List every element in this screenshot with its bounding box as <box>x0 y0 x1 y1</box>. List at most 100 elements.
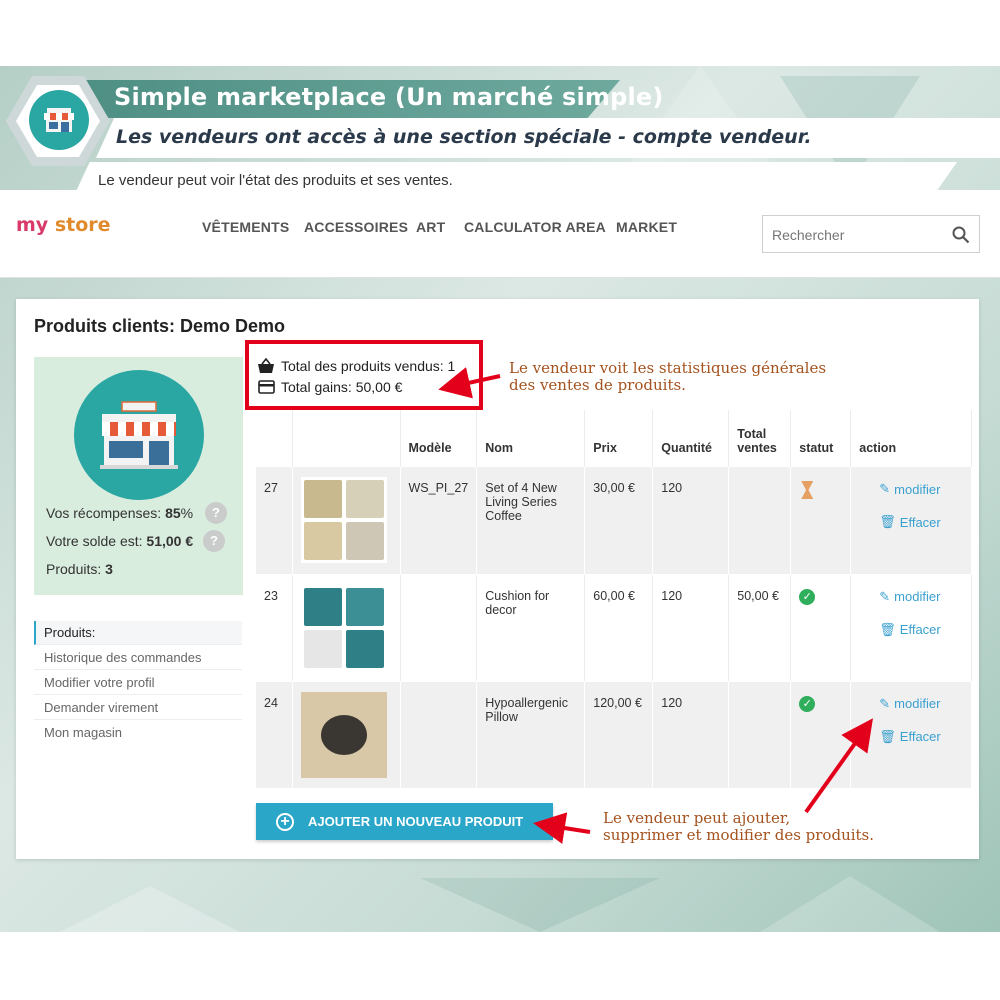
side-menu-my-shop[interactable]: Mon magasin <box>34 721 242 745</box>
product-thumbnail[interactable] <box>292 681 401 789</box>
search-icon[interactable] <box>952 226 970 244</box>
edit-button[interactable]: ✎ modifier <box>879 481 963 497</box>
product-actions: ✎ modifier 🗑 Effacer <box>850 681 972 789</box>
total-products-sold: Total des produits vendus: 1 <box>281 358 456 374</box>
product-model <box>400 574 478 682</box>
edit-label: modifier <box>894 481 941 497</box>
stats-callout-line1: Le vendeur voit les statistiques général… <box>509 359 827 377</box>
edit-button[interactable]: ✎ modifier <box>879 696 963 712</box>
page-title: Produits clients: Demo Demo <box>34 316 286 336</box>
pencil-icon: ✎ <box>879 695 891 711</box>
delete-button[interactable]: 🗑 Effacer <box>879 622 963 638</box>
col-image-header <box>292 410 401 467</box>
product-model: WS_PI_27 <box>400 467 478 575</box>
table-row: 23 Cushion for decor 60,00 € 120 50,00 €… <box>256 574 972 682</box>
col-action-header: action <box>850 410 972 467</box>
total-earnings: Total gains: 50,00 € <box>281 379 403 395</box>
nav-vetements[interactable]: VÊTEMENTS <box>202 219 289 235</box>
product-model <box>400 681 478 789</box>
product-thumbnail[interactable] <box>292 467 401 575</box>
product-name-link[interactable]: Cushion for decor <box>476 574 586 682</box>
product-actions: ✎ modifier 🗑 Effacer <box>850 467 972 575</box>
total-sales-header-line2: ventes <box>737 441 777 455</box>
edit-label: modifier <box>894 696 941 711</box>
product-total-sales <box>728 681 792 789</box>
product-price: 120,00 € <box>584 681 654 789</box>
actions-callout-line2: supprimer et modifier des produits. <box>603 826 875 844</box>
col-name-header: Nom <box>476 410 586 467</box>
stats-highlight-box <box>245 340 483 410</box>
trash-icon: 🗑 <box>879 728 896 744</box>
plus-circle-icon: + <box>276 812 294 831</box>
col-total-sales-header: Total ventes <box>728 410 792 467</box>
product-total-sales: 50,00 € <box>728 574 792 682</box>
actions-callout: Le vendeur peut ajouter, supprimer et mo… <box>603 810 874 844</box>
nav-calculator-area[interactable]: CALCULATOR AREA <box>464 219 606 235</box>
table-row: 27 WS_PI_27 Set of 4 New Living Series C… <box>256 467 972 575</box>
nav-accessoires[interactable]: ACCESSOIRES <box>304 219 408 235</box>
col-quantity-header: Quantité <box>652 410 730 467</box>
actions-callout-line1: Le vendeur peut ajouter, <box>603 809 791 827</box>
nav-art[interactable]: ART <box>416 219 445 235</box>
product-status: ✓ <box>790 681 852 789</box>
checkmark-icon: ✓ <box>799 588 816 605</box>
table-row: 24 Hypoallergenic Pillow 120,00 € 120 ✓ … <box>256 681 972 789</box>
hourglass-icon <box>801 481 814 499</box>
edit-button[interactable]: ✎ modifier <box>879 589 963 605</box>
total-sales-header-line1: Total <box>737 427 767 441</box>
product-quantity: 120 <box>652 681 730 789</box>
trash-icon: 🗑 <box>879 621 896 637</box>
banner-description: Le vendeur peut voir l'état des produits… <box>98 172 453 189</box>
product-price: 30,00 € <box>584 467 654 575</box>
side-menu-edit-profile[interactable]: Modifier votre profil <box>34 671 242 695</box>
product-actions: ✎ modifier 🗑 Effacer <box>850 574 972 682</box>
balance-help-icon[interactable]: ? <box>203 530 225 552</box>
balance-stat: Votre solde est: 51,00 € <box>46 533 193 549</box>
col-id-header <box>256 410 293 467</box>
checkmark-icon: ✓ <box>799 695 816 712</box>
trash-icon: 🗑 <box>879 514 896 529</box>
rewards-value: 85 <box>165 505 181 521</box>
store-logo[interactable]: my store <box>16 214 111 236</box>
product-thumbnail[interactable] <box>292 574 401 682</box>
add-new-product-button[interactable]: + AJOUTER UN NOUVEAU PRODUIT <box>256 803 553 840</box>
logo-text-store: store <box>54 214 111 236</box>
product-quantity: 120 <box>652 467 730 575</box>
rewards-unit: % <box>180 505 194 521</box>
product-total-sales <box>728 467 792 575</box>
store-badge-icon <box>29 90 89 150</box>
product-status <box>790 467 852 575</box>
col-model-header: Modèle <box>400 410 478 467</box>
side-menu-request-transfer[interactable]: Demander virement <box>34 696 242 720</box>
delete-label: Effacer <box>899 514 941 530</box>
rewards-label: Vos récompenses: <box>46 505 162 521</box>
banner-title: Simple marketplace (Un marché simple) <box>114 83 664 111</box>
side-menu-order-history[interactable]: Historique des commandes <box>34 646 242 670</box>
balance-label: Votre solde est: <box>46 533 143 549</box>
edit-label: modifier <box>894 589 941 604</box>
side-menu-products[interactable]: Produits: <box>34 621 242 645</box>
search-input[interactable] <box>772 225 942 245</box>
credit-card-icon <box>258 380 275 394</box>
product-name-link[interactable]: Set of 4 New Living Series Coffee <box>476 467 586 575</box>
col-price-header: Prix <box>584 410 654 467</box>
canvas: Simple marketplace (Un marché simple) Le… <box>0 0 1000 1000</box>
delete-label: Effacer <box>899 622 941 637</box>
product-quantity: 120 <box>652 574 730 682</box>
stats-callout: Le vendeur voit les statistiques général… <box>509 360 826 394</box>
stats-callout-line2: des ventes de produits. <box>509 376 686 394</box>
product-name-link[interactable]: Hypoallergenic Pillow <box>476 681 586 789</box>
products-table: Modèle Nom Prix Quantité Total ventes st… <box>256 410 972 789</box>
delete-button[interactable]: 🗑 Effacer <box>879 729 963 745</box>
product-price: 60,00 € <box>584 574 654 682</box>
product-id: 24 <box>256 681 293 789</box>
products-count-value: 3 <box>105 561 113 577</box>
shop-icon <box>74 370 204 500</box>
nav-market[interactable]: MARKET <box>616 219 677 235</box>
rewards-help-icon[interactable]: ? <box>205 502 227 524</box>
product-id: 23 <box>256 574 293 682</box>
product-id: 27 <box>256 467 293 575</box>
product-status: ✓ <box>790 574 852 682</box>
delete-button[interactable]: 🗑 Effacer <box>879 514 963 530</box>
add-new-product-label: AJOUTER UN NOUVEAU PRODUIT <box>308 814 524 829</box>
